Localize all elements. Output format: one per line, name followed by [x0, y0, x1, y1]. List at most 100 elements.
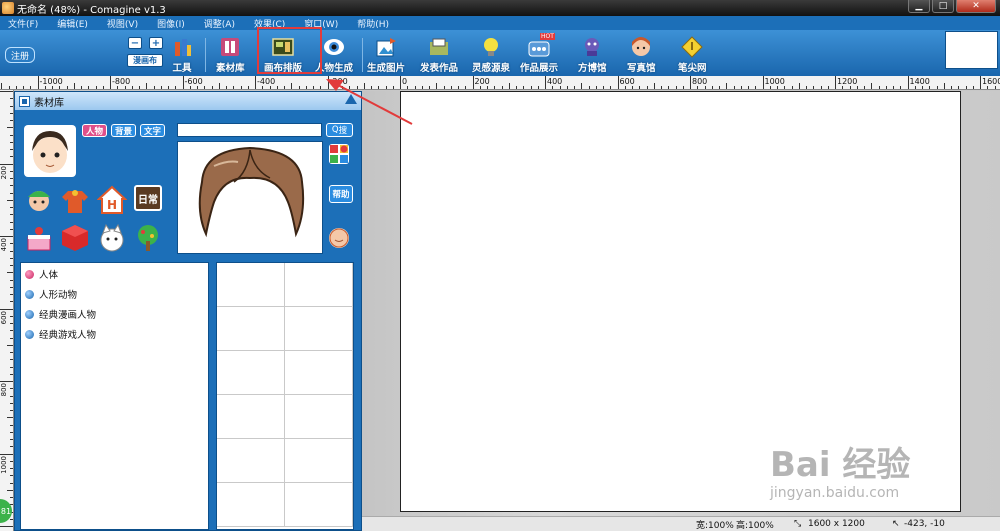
tool-inspiration[interactable]: 灵感源泉 — [472, 36, 510, 74]
ruler-tick — [10, 149, 13, 150]
tool-publish[interactable]: 发表作品 — [420, 36, 458, 74]
tree-item[interactable]: 经典游戏人物 — [25, 327, 96, 341]
ruler-tick — [675, 86, 677, 89]
ruler-tick — [748, 86, 749, 89]
ruler-label: 1200 — [837, 77, 858, 86]
ruler-tick — [23, 86, 24, 89]
ruler-tick — [632, 86, 633, 89]
navigator-thumbnail[interactable] — [945, 31, 998, 69]
tag-background[interactable]: 背景 — [111, 124, 137, 137]
tag-character[interactable]: 人物 — [82, 124, 108, 137]
ruler-tick — [994, 86, 996, 89]
register-button[interactable]: 注册 — [5, 47, 35, 63]
thumbnail-cell[interactable] — [217, 483, 285, 527]
thumbnail-cell[interactable] — [285, 439, 353, 483]
tool-library[interactable]: 素材库 — [216, 36, 245, 74]
tree-item[interactable]: 人形动物 — [25, 287, 77, 301]
window-controls: ▁ □ ✕ — [908, 0, 996, 13]
ruler-tick — [371, 86, 372, 89]
ruler-tick — [530, 86, 532, 89]
ruler-tick — [10, 185, 13, 187]
cat-category-icon[interactable] — [97, 223, 127, 253]
ruler-label: 600 — [619, 77, 635, 86]
ruler-label: 200 — [474, 77, 490, 86]
category-tree: 人体 人形动物 经典漫画人物 经典游戏人物 — [20, 262, 209, 530]
thumbnail-cell[interactable] — [285, 395, 353, 439]
thumbnail-cell[interactable] — [217, 351, 285, 395]
color-palette-icon[interactable] — [329, 144, 349, 164]
house-category-icon[interactable]: H — [96, 185, 128, 215]
face-icon[interactable] — [329, 228, 349, 248]
menu-edit[interactable]: 编辑(E) — [49, 17, 99, 30]
thumbnail-cell[interactable] — [217, 439, 285, 483]
thumbnail-cell[interactable] — [217, 307, 285, 351]
ruler-tick — [421, 86, 423, 89]
window-title: 无命名 (48%) - Comagine v1.3 — [17, 4, 166, 16]
cube-category-icon[interactable] — [60, 223, 90, 253]
ruler-tick — [363, 83, 365, 89]
tool-museum[interactable]: 方博馆 — [578, 36, 607, 74]
cake-category-icon[interactable] — [24, 223, 54, 253]
ruler-tick — [566, 86, 568, 89]
watermark: Bai 经验 jingyan.baidu.com — [770, 445, 911, 501]
ruler-tick — [66, 86, 68, 89]
tool-photo-studio[interactable]: 写真馆 — [627, 36, 656, 74]
tree-item[interactable]: 经典漫画人物 — [25, 307, 96, 321]
close-button[interactable]: ✕ — [956, 0, 996, 13]
help-button[interactable]: 帮助 — [329, 185, 353, 203]
ruler-tick — [885, 86, 887, 89]
ruler-tick — [479, 86, 481, 89]
thumbnail-cell[interactable] — [285, 307, 353, 351]
tag-text[interactable]: 文字 — [140, 124, 166, 137]
elf-category-icon[interactable] — [24, 185, 54, 215]
menu-image[interactable]: 图像(I) — [149, 17, 196, 30]
ruler-tick — [37, 76, 39, 89]
tool-tools[interactable]: 工具 — [171, 36, 193, 74]
menu-file[interactable]: 文件(F) — [0, 17, 49, 30]
tree-item[interactable]: 人体 — [25, 267, 58, 281]
ruler-tick — [240, 86, 242, 89]
search-input[interactable] — [177, 123, 322, 137]
maximize-button[interactable]: □ — [932, 0, 954, 13]
thumbnail-cell[interactable] — [285, 351, 353, 395]
ruler-tick — [943, 83, 945, 89]
tree-category-icon[interactable] — [133, 223, 163, 253]
menu-adjust[interactable]: 调整(A) — [196, 17, 246, 30]
collapse-arrow-icon[interactable] — [345, 94, 357, 104]
ruler-tick — [356, 86, 358, 89]
ruler-tick — [835, 76, 836, 89]
ruler-tick — [0, 308, 13, 310]
zoom-label[interactable]: 漫画布 — [127, 54, 163, 67]
thumbnail-cell[interactable] — [217, 263, 285, 307]
tool-generate-image[interactable]: 生成图片 — [367, 36, 405, 74]
minimize-button[interactable]: ▁ — [908, 0, 930, 13]
ruler-tick — [10, 439, 13, 440]
tool-showcase[interactable]: HOT 作品展示 — [520, 33, 558, 74]
ruler-tick — [269, 86, 271, 89]
ruler-tick — [704, 86, 706, 89]
search-button[interactable]: Q搜 — [326, 123, 353, 137]
ruler-tick — [305, 86, 307, 89]
thumbnail-cell[interactable] — [285, 263, 353, 307]
ruler-tick — [10, 279, 13, 281]
menu-help[interactable]: 帮助(H) — [349, 17, 400, 30]
tool-pen-tip-net[interactable]: 笔尖网 — [678, 36, 707, 74]
ruler-tick — [378, 86, 380, 89]
ruler-label: 1000 — [0, 455, 8, 474]
ruler-tick — [958, 86, 960, 89]
thumbnail-cell[interactable] — [217, 395, 285, 439]
ruler-tick — [864, 86, 865, 89]
ruler-tick — [987, 86, 989, 89]
daily-category-icon[interactable]: 日常 — [134, 185, 162, 211]
ruler-tick — [218, 83, 220, 89]
preview-area[interactable] — [177, 141, 323, 254]
avatar[interactable] — [24, 125, 76, 177]
clothing-category-icon[interactable] — [60, 185, 90, 215]
zoom-in-button[interactable]: + — [149, 37, 163, 49]
menu-view[interactable]: 视图(V) — [99, 17, 149, 30]
ruler-tick — [588, 86, 590, 89]
thumbnail-cell[interactable] — [285, 483, 353, 527]
zoom-out-button[interactable]: − — [128, 37, 142, 49]
ruler-tick — [10, 286, 13, 288]
ruler-tick — [1, 83, 3, 89]
